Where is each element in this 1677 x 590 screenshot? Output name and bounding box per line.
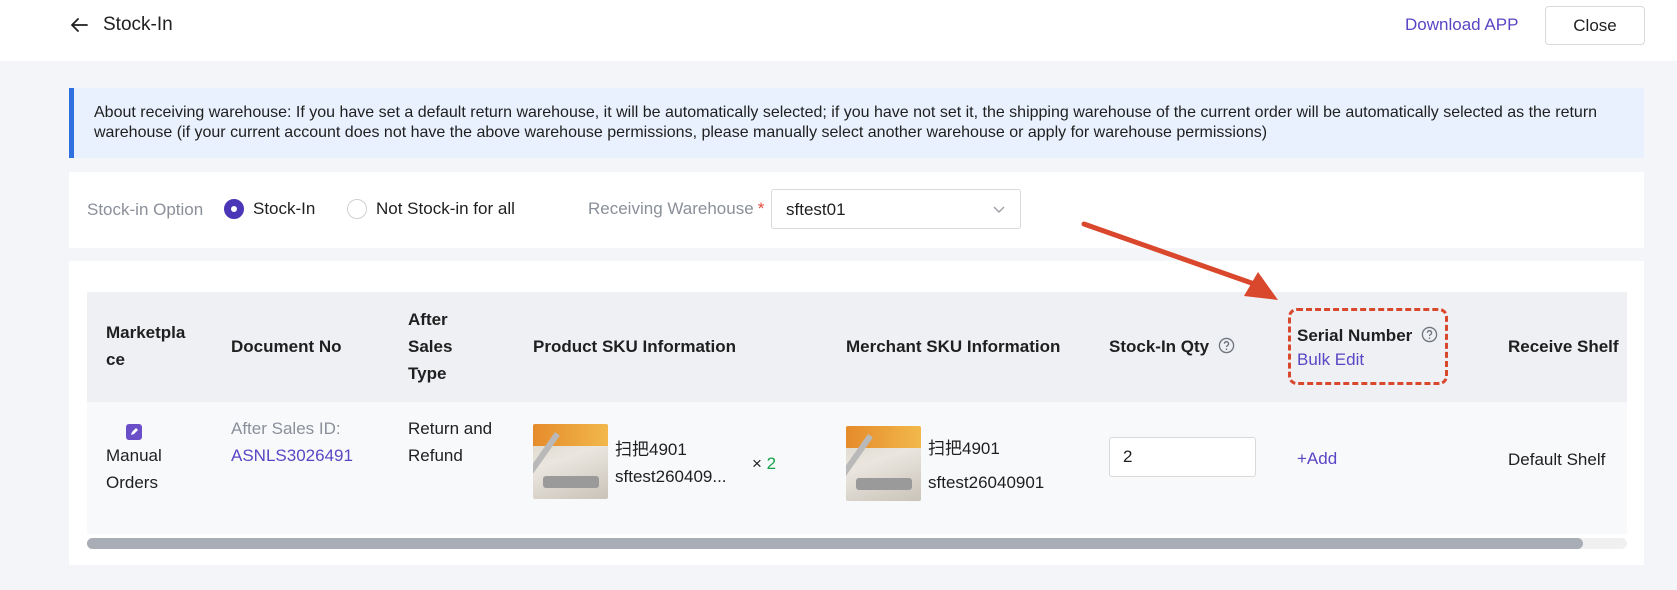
required-mark: * bbox=[757, 199, 765, 218]
product-image bbox=[533, 424, 608, 499]
col-after-sales-line1: After bbox=[408, 310, 448, 329]
product-sku: sftest260409... bbox=[615, 467, 727, 486]
after-sales-type-line2: Refund bbox=[408, 446, 463, 465]
close-button[interactable]: Close bbox=[1545, 6, 1645, 45]
col-marketplace-line1: Marketpla bbox=[106, 323, 186, 342]
receiving-warehouse-select[interactable]: sftest01 bbox=[771, 189, 1021, 229]
col-merchant-sku: Merchant SKU Information bbox=[846, 337, 1061, 356]
radio-checked-icon[interactable] bbox=[224, 199, 244, 219]
radio-not-stock-in-label: Not Stock-in for all bbox=[376, 199, 515, 218]
col-marketplace: Marketpla ce bbox=[106, 319, 185, 373]
table-row: Manual Orders After Sales ID: ASNLS30264… bbox=[87, 402, 1627, 534]
stock-in-option-label: Stock-in Option bbox=[87, 200, 204, 219]
chevron-down-icon bbox=[993, 206, 1005, 213]
col-after-sales-line3: Type bbox=[408, 364, 447, 383]
merchant-product-image bbox=[846, 426, 921, 501]
radio-stock-in-label: Stock-In bbox=[253, 199, 316, 218]
radio-stock-in[interactable]: Stock-In bbox=[224, 199, 315, 219]
merchant-product-name: 扫把4901 bbox=[928, 439, 1000, 458]
edit-icon bbox=[126, 424, 142, 440]
back-arrow-icon[interactable] bbox=[68, 14, 90, 36]
product-quantity: × 2 bbox=[752, 450, 776, 477]
times-sign: × bbox=[752, 454, 762, 473]
scrollbar-thumb[interactable] bbox=[87, 538, 1583, 549]
receiving-warehouse-label-text: Receiving Warehouse bbox=[588, 199, 754, 218]
after-sales-type-line1: Return and bbox=[408, 419, 493, 438]
after-sales-type-cell: Return and Refund bbox=[408, 415, 492, 469]
receive-shelf-value: Default Shelf bbox=[1508, 450, 1606, 469]
col-product-sku: Product SKU Information bbox=[533, 337, 737, 356]
col-serial-number: Serial Number bbox=[1297, 322, 1438, 349]
after-sales-id-link[interactable]: ASNLS3026491 bbox=[231, 442, 353, 469]
stock-in-option-panel: Stock-in Option Stock-In Not Stock-in fo… bbox=[69, 172, 1644, 248]
add-serial-link[interactable]: +Add bbox=[1297, 445, 1337, 472]
col-receive-shelf: Receive Shelf bbox=[1508, 337, 1619, 356]
warehouse-notice: About receiving warehouse: If you have s… bbox=[69, 88, 1644, 158]
page-title: Stock-In bbox=[103, 14, 173, 35]
radio-not-stock-in[interactable]: Not Stock-in for all bbox=[347, 199, 515, 219]
product-name: 扫把4901 bbox=[615, 440, 687, 459]
marketplace-cell: Manual Orders bbox=[106, 442, 162, 496]
horizontal-scrollbar[interactable] bbox=[87, 538, 1627, 549]
col-marketplace-line2: ce bbox=[106, 350, 125, 369]
top-bar: Stock-In Download APP Close bbox=[0, 0, 1677, 61]
marketplace-line2: Orders bbox=[106, 473, 158, 492]
help-icon[interactable] bbox=[1421, 326, 1438, 343]
col-serial-number-label: Serial Number bbox=[1297, 326, 1413, 345]
after-sales-id-label: After Sales ID: bbox=[231, 419, 341, 438]
stock-in-table-panel: Marketpla ce Document No After Sales Typ… bbox=[69, 261, 1644, 565]
help-icon[interactable] bbox=[1218, 337, 1235, 354]
merchant-sku: sftest26040901 bbox=[928, 473, 1045, 492]
notice-text: About receiving warehouse: If you have s… bbox=[94, 104, 1598, 141]
receiving-warehouse-label: Receiving Warehouse * bbox=[588, 199, 764, 219]
radio-unchecked-icon[interactable] bbox=[347, 199, 367, 219]
col-stock-in-qty-label: Stock-In Qty bbox=[1109, 337, 1210, 356]
product-quantity-value: 2 bbox=[766, 454, 777, 473]
col-stock-in-qty: Stock-In Qty bbox=[1109, 333, 1235, 360]
download-app-link[interactable]: Download APP bbox=[1405, 15, 1518, 35]
stock-in-qty-input[interactable] bbox=[1109, 437, 1256, 477]
document-no-cell: After Sales ID: ASNLS3026491 bbox=[231, 415, 353, 469]
marketplace-line1: Manual bbox=[106, 446, 162, 465]
col-document-no: Document No bbox=[231, 337, 342, 356]
col-after-sales-line2: Sales bbox=[408, 337, 453, 356]
bulk-edit-link[interactable]: Bulk Edit bbox=[1297, 346, 1364, 373]
product-sku-cell: 扫把4901 sftest260409... bbox=[615, 436, 727, 490]
table-header: Marketpla ce Document No After Sales Typ… bbox=[87, 292, 1627, 402]
merchant-sku-cell: 扫把4901 sftest26040901 bbox=[928, 432, 1044, 500]
col-after-sales-type: After Sales Type bbox=[408, 306, 452, 387]
warehouse-selected-value: sftest01 bbox=[786, 200, 846, 219]
